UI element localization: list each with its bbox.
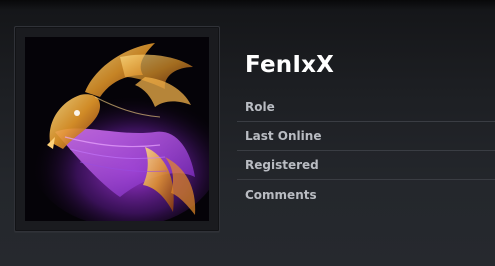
avatar-frame	[14, 26, 220, 232]
field-role: Role	[237, 93, 495, 122]
top-shadow	[0, 0, 495, 10]
field-last-online: Last Online	[237, 122, 495, 151]
profile-fields: Role Last Online Registered Comments	[237, 93, 495, 209]
username: FenIxX	[245, 52, 335, 78]
phoenix-avatar-icon	[25, 37, 209, 221]
field-comments: Comments	[245, 187, 317, 202]
field-registered: Registered	[237, 151, 495, 180]
avatar[interactable]	[25, 37, 209, 221]
